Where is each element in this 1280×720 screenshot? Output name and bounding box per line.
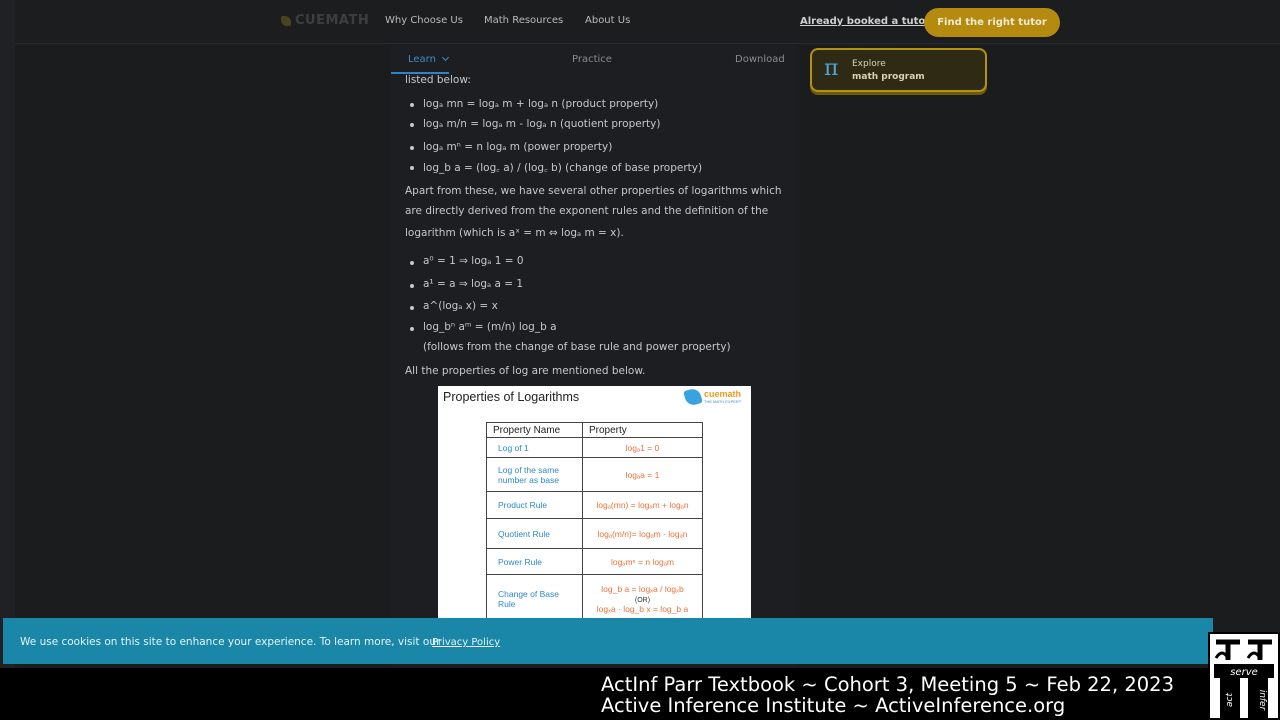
left-edge: [0, 0, 15, 668]
cuemath-brand: cuemath THE MATH EXPERT: [683, 387, 742, 407]
brand-name: cuemath: [704, 389, 742, 399]
logo-text: CUEMATH: [295, 13, 370, 28]
rocket-icon: [281, 15, 291, 26]
cookie-message: We use cookies on this site to enhance y…: [20, 636, 441, 648]
table-row: Product Rule logₐ(mn) = logₐm + logₐn: [486, 491, 703, 519]
find-tutor-button[interactable]: Find the right tutor: [924, 8, 1060, 37]
nav-link-math-resources[interactable]: Math Resources: [484, 15, 563, 26]
follows-note: (follows from the change of base rule an…: [423, 341, 731, 353]
table-row: Change of Base Rule log_b a = logₓa / lo…: [486, 574, 703, 618]
list-item-a0: a⁰ = 1 ⇒ logₐ 1 = 0: [423, 255, 524, 267]
list-item-product: logₐ mn = logₐ m + logₐ n (product prope…: [423, 98, 659, 110]
caption-line-2: Active Inference Institute ~ ActiveInfer…: [601, 694, 1066, 717]
header-property-name: Property Name: [486, 422, 583, 438]
nav-link-why-choose-us[interactable]: Why Choose Us: [385, 15, 463, 26]
logo-word-act: act: [1225, 693, 1235, 707]
explore-subtitle: math program: [852, 72, 925, 82]
header-property: Property: [582, 422, 703, 438]
change-base-formula: log_b a = logₓa / logₓb: [601, 583, 684, 594]
already-booked-link[interactable]: Already booked a tutor?: [800, 16, 936, 27]
property-name: Product Rule: [486, 491, 583, 519]
property-value: log_b a = logₓa / logₓb (OR) logₓa · log…: [582, 574, 703, 618]
property-value: logₐa = 1: [582, 457, 703, 492]
property-value: logₐ(mn) = logₐm + logₐn: [582, 491, 703, 519]
property-value: logₐ(m/n)= logₐm - logₐn: [582, 518, 703, 549]
cookie-banner: We use cookies on this site to enhance y…: [3, 618, 1213, 664]
explore-math-program-card[interactable]: π Explore math program: [810, 48, 987, 92]
top-navbar: CUEMATH Why Choose Us Math Resources Abo…: [15, 0, 1280, 44]
paragraph-line: Apart from these, we have several other …: [405, 185, 782, 197]
or-label: (OR): [634, 596, 651, 604]
list-item-power: logₐ mⁿ = n logₐ m (power property): [423, 141, 613, 153]
table-row: Log of 1 logₐ1 = 0: [486, 437, 703, 458]
list-item-quotient: logₐ m/n = logₐ m - logₐ n (quotient pro…: [423, 118, 661, 130]
bullet-dot: [410, 306, 414, 310]
change-base-alt: logₓa · log_b x = log_b a: [596, 603, 689, 614]
bullet-dot: [410, 327, 414, 331]
explore-title: Explore: [852, 59, 886, 69]
properties-table: Property Name Property Log of 1 logₐ1 = …: [486, 422, 703, 618]
learn-subnav: Learn Practice Download: [391, 45, 796, 75]
bullet-dot: [410, 261, 414, 265]
act-serve-infer-icon: serve act infer: [1210, 634, 1278, 718]
all-properties-text: All the properties of log are mentioned …: [405, 365, 646, 377]
caption-line-1: ActInf Parr Textbook ~ Cohort 3, Meeting…: [601, 673, 1174, 696]
logo-word-infer: infer: [1257, 690, 1267, 712]
cuemath-logo[interactable]: CUEMATH: [281, 13, 369, 28]
property-name: Quotient Rule: [486, 518, 583, 549]
rocket-icon: [683, 387, 703, 407]
listed-below-text: listed below:: [405, 74, 471, 86]
table-row: Power Rule logₐmⁿ = n logₐm: [486, 548, 703, 575]
tab-download[interactable]: Download: [735, 54, 785, 65]
bullet-dot: [410, 103, 414, 107]
tab-learn-label: Learn: [408, 54, 436, 65]
property-name: Log of 1: [486, 437, 583, 458]
list-item-a1: a¹ = a ⇒ logₐ a = 1: [423, 278, 524, 290]
chevron-down-icon: [442, 53, 450, 62]
logo-word-serve: serve: [1230, 667, 1258, 678]
list-item-change-base: log_b a = (log꜀ a) / (log꜀ b) (change of…: [423, 162, 703, 174]
properties-image: Properties of Logarithms cuemath THE MAT…: [438, 386, 751, 618]
browser-viewport: CUEMATH Why Choose Us Math Resources Abo…: [0, 0, 1280, 668]
bullet-dot: [410, 166, 414, 170]
property-value: logₐ1 = 0: [582, 437, 703, 458]
property-name: Power Rule: [486, 548, 583, 575]
paragraph-line: logarithm (which is aˣ = m ⇔ logₐ m = x)…: [405, 227, 624, 239]
tab-practice[interactable]: Practice: [572, 54, 612, 65]
bullet-dot: [410, 146, 414, 150]
privacy-policy-link[interactable]: Privacy Policy: [432, 637, 500, 648]
table-row: Quotient Rule logₐ(m/n)= logₐm - logₐn: [486, 518, 703, 549]
pi-icon: π: [824, 56, 839, 81]
property-value: logₐmⁿ = n logₐm: [582, 548, 703, 575]
bullet-dot: [410, 284, 414, 288]
paragraph-line: are directly derived from the exponent r…: [405, 205, 769, 217]
list-item-a-log: a^(logₐ x) = x: [423, 300, 498, 312]
active-inference-logo: serve act infer: [1208, 632, 1280, 720]
table-row: Log of the same number as base logₐa = 1: [486, 457, 703, 492]
tab-learn[interactable]: Learn: [408, 53, 450, 65]
property-name: Log of the same number as base: [486, 457, 583, 492]
article-content: Learn Practice Download listed below: lo…: [391, 45, 796, 668]
card-title: Properties of Logarithms: [443, 390, 580, 404]
bullet-dot: [410, 123, 414, 127]
list-item-log-power: log_bⁿ aᵐ = (m/n) log_b a: [423, 321, 557, 333]
brand-tagline: THE MATH EXPERT: [704, 399, 742, 404]
nav-link-about-us[interactable]: About Us: [585, 15, 630, 26]
property-name: Change of Base Rule: [486, 574, 583, 618]
